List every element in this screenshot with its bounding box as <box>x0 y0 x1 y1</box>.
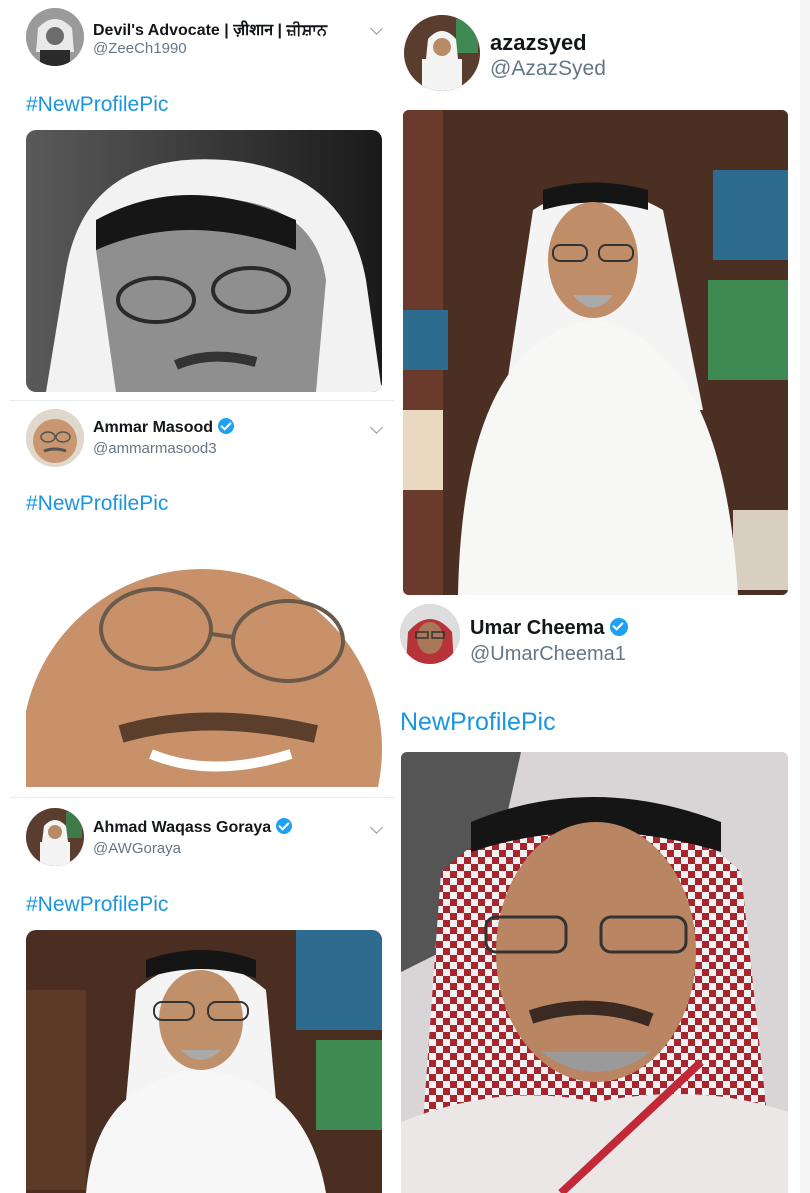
tweet-card-azazsyed: azazsyed @AzazSyed <box>398 0 798 600</box>
username-handle[interactable]: @ZeeCh1990 <box>93 40 187 57</box>
verified-badge-icon <box>276 818 293 834</box>
hashtag-link[interactable]: #NewProfilePic <box>26 93 168 117</box>
username-handle[interactable]: @ammarmasood3 <box>93 440 217 457</box>
chevron-down-icon[interactable] <box>370 22 383 35</box>
hashtag-link[interactable]: #NewProfilePic <box>26 492 168 516</box>
tweet-card-zeech1990: Devil's Advocate | ज़ीशान | ਜ਼ੀਸ਼ਾਨ @Zee… <box>10 0 395 400</box>
verified-badge-icon <box>609 618 628 636</box>
display-name[interactable]: Ahmad Waqass Goraya <box>93 818 293 837</box>
hashtag-link[interactable]: #NewProfilePic <box>26 893 168 917</box>
avatar-awgoraya[interactable] <box>26 808 84 866</box>
display-name[interactable]: azazsyed <box>490 30 587 56</box>
display-name-text[interactable]: Ahmad Waqass Goraya <box>93 819 271 836</box>
profile-photo[interactable] <box>401 752 788 1193</box>
avatar-zeech1990[interactable] <box>26 8 84 66</box>
tweet-card-awgoraya: Ahmad Waqass Goraya @AWGoraya #NewProfil… <box>10 798 395 1193</box>
tweet-card-umarcheema1: Umar Cheema @UmarCheema1 NewProfilePic <box>398 600 798 1193</box>
verified-badge-icon <box>218 418 235 434</box>
chevron-down-icon[interactable] <box>370 821 383 834</box>
profile-photo[interactable] <box>26 930 382 1193</box>
avatar-umarcheema1[interactable] <box>400 604 460 664</box>
username-handle[interactable]: @AzazSyed <box>490 57 606 81</box>
display-name-text[interactable]: Ammar Masood <box>93 419 213 436</box>
profile-photo[interactable] <box>403 110 788 595</box>
display-name[interactable]: Umar Cheema <box>470 617 628 640</box>
display-name-text[interactable]: Umar Cheema <box>470 617 605 639</box>
display-name[interactable]: Devil's Advocate | ज़ीशान | ਜ਼ੀਸ਼ਾਨ <box>93 18 327 40</box>
username-handle[interactable]: @UmarCheema1 <box>470 643 626 666</box>
chevron-down-icon[interactable] <box>370 421 383 434</box>
profile-photo[interactable] <box>26 130 382 392</box>
avatar-azazsyed[interactable] <box>404 15 480 91</box>
username-handle[interactable]: @AWGoraya <box>93 840 181 857</box>
avatar-ammarmasood3[interactable] <box>26 409 84 467</box>
tweet-card-ammarmasood3: Ammar Masood @ammarmasood3 #NewProfilePi… <box>10 401 395 797</box>
profile-photo[interactable] <box>26 529 382 787</box>
display-name[interactable]: Ammar Masood <box>93 418 235 437</box>
hashtag-link[interactable]: NewProfilePic <box>400 708 556 737</box>
divider <box>800 0 810 1193</box>
